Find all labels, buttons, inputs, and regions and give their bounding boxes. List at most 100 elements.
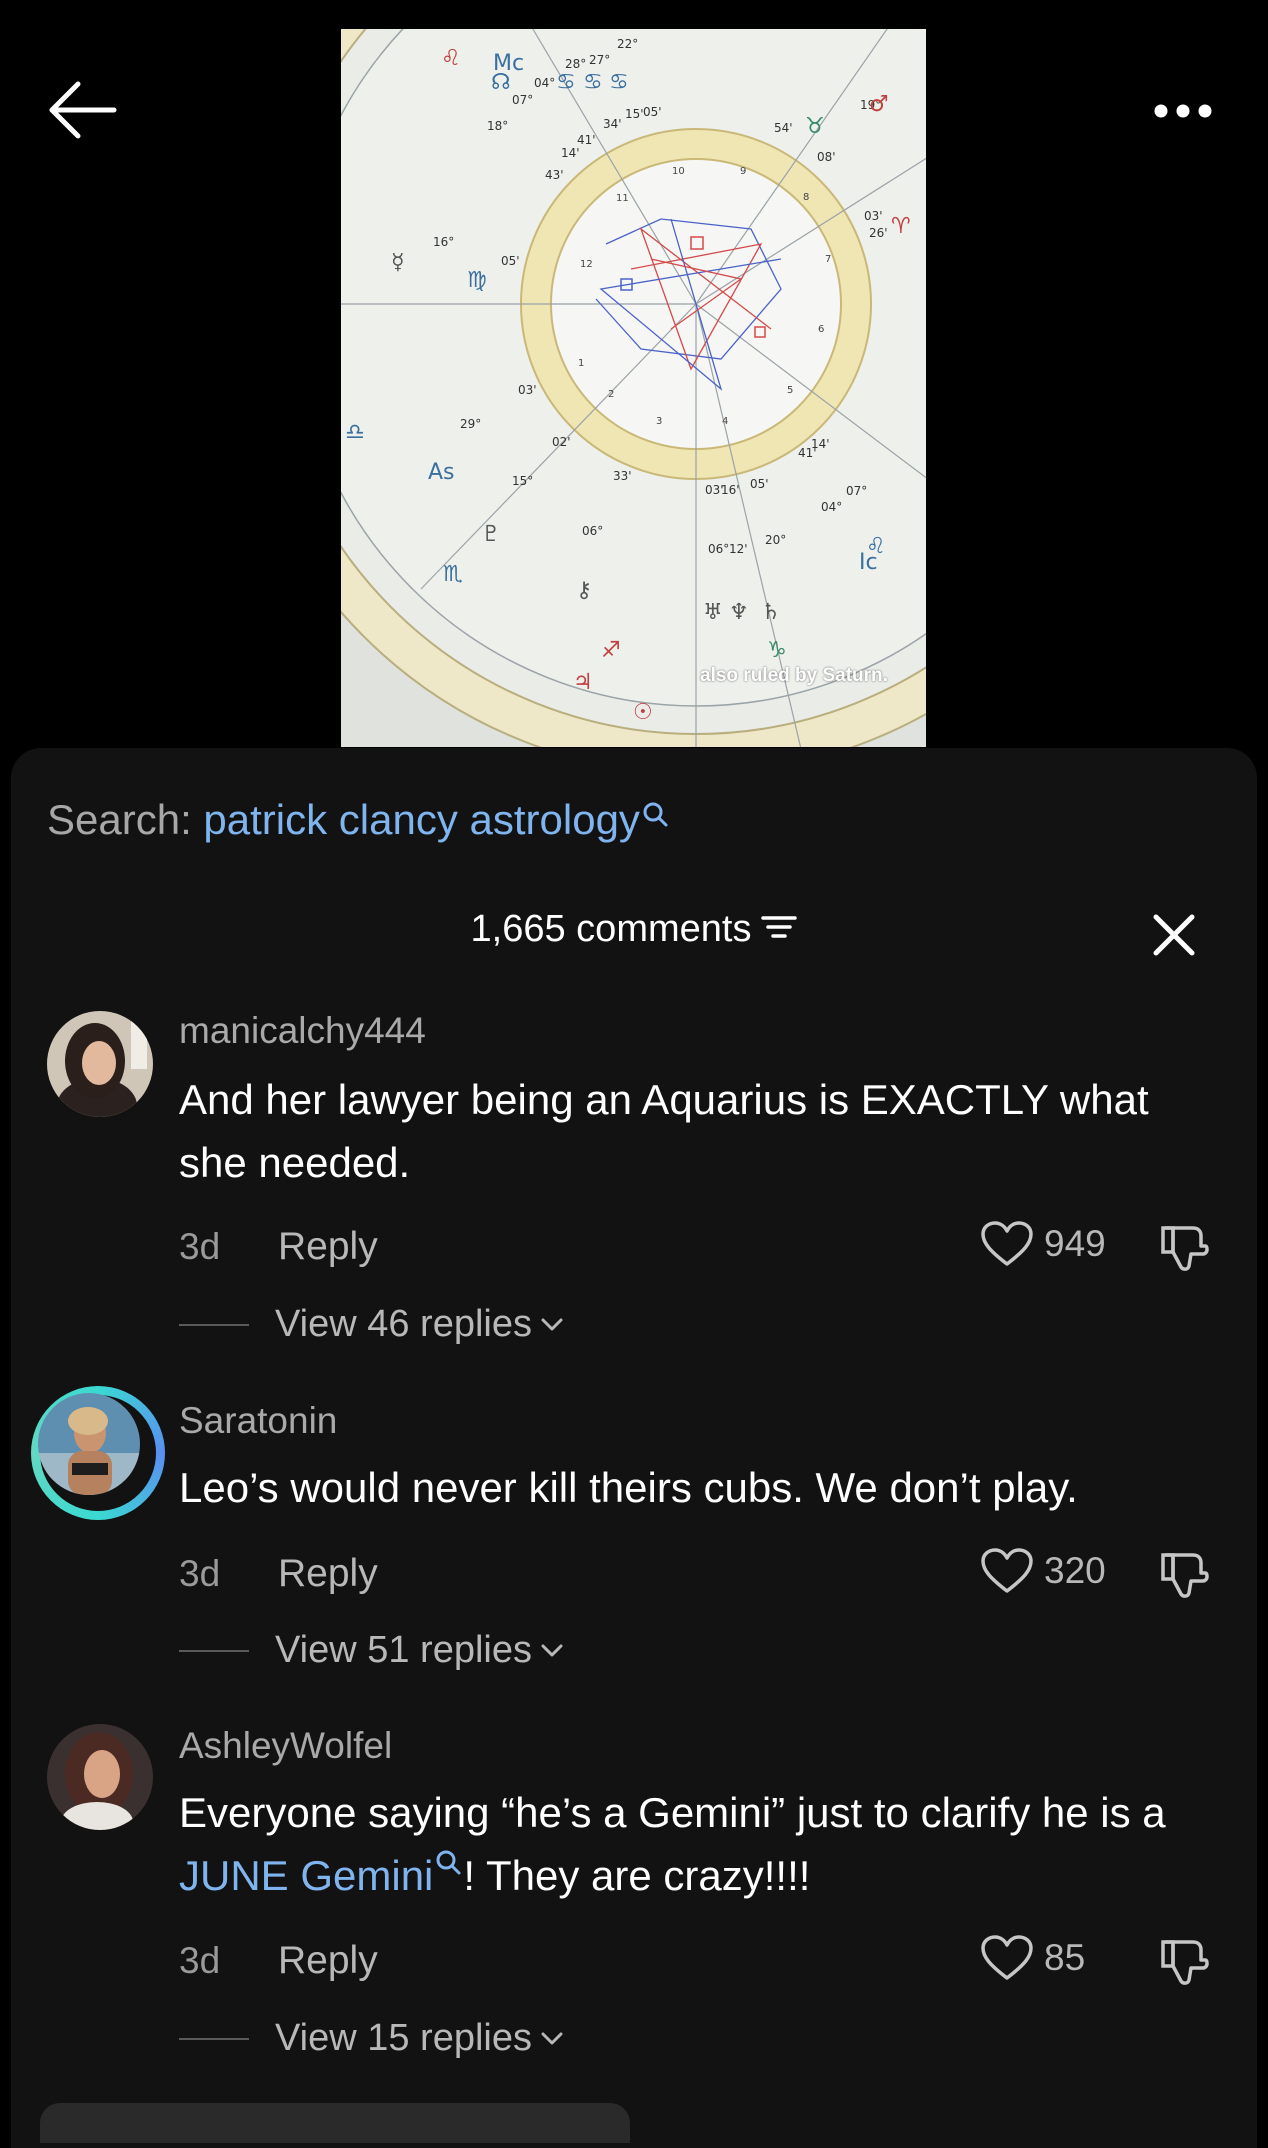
avatar-image: [47, 1724, 153, 1830]
close-icon: [1153, 914, 1195, 956]
view-replies-button[interactable]: View 51 replies: [179, 1629, 564, 1672]
degree-label: 54': [774, 121, 793, 135]
like-button[interactable]: 85: [980, 1934, 1085, 1982]
comments-sheet: Search: patrick clancy astrology 1,665 c…: [11, 748, 1257, 2148]
degree-label: 06°: [582, 524, 603, 538]
thumbs-down-icon: [1161, 1226, 1209, 1271]
comment-text: Everyone saying “he’s a Gemini” just to …: [179, 1789, 1166, 1899]
degree-label: 15°: [512, 474, 533, 488]
comment-age: 3d: [179, 1940, 221, 1981]
comment-input-bar[interactable]: [40, 2103, 630, 2143]
sort-filter-button[interactable]: [761, 912, 798, 947]
avatar-image: [47, 1011, 153, 1117]
degree-label: 14': [561, 146, 580, 160]
degree-label: 07°: [846, 484, 867, 498]
degree-label: 28°: [565, 57, 586, 71]
jupiter-glyph-icon: ♃: [573, 670, 593, 695]
midheaven-label: Mc: [493, 51, 524, 76]
close-comments-button[interactable]: [1151, 912, 1197, 958]
cancer-glyph-icon: ♋: [556, 70, 576, 95]
degree-label: 08': [817, 150, 836, 164]
scorpio-glyph-icon: ♏: [443, 562, 463, 587]
view-replies-button[interactable]: View 46 replies: [179, 1303, 564, 1346]
saturn-glyph-icon: ♄: [761, 600, 781, 625]
reply-button[interactable]: Reply: [278, 1225, 378, 1269]
dislike-button[interactable]: [1159, 1222, 1211, 1274]
degree-label: 03': [864, 209, 883, 223]
comment-age: 3d: [179, 1226, 221, 1267]
dislike-button[interactable]: [1159, 1549, 1211, 1601]
house-number: 12: [580, 259, 593, 270]
svg-text:♋: ♋: [583, 70, 603, 95]
comment-text: And her lawyer being an Aquarius is EXAC…: [179, 1076, 1149, 1186]
search-term-link[interactable]: JUNE Gemini: [179, 1852, 433, 1899]
natal-chart-graphic: 123 456789101112 28° 27°22°04°07°18° 34'15'…: [341, 29, 926, 747]
like-button[interactable]: 949: [980, 1220, 1106, 1268]
search-query-link[interactable]: patrick clancy astrology: [203, 796, 640, 843]
view-replies-button[interactable]: View 15 replies: [179, 2017, 564, 2060]
reply-button[interactable]: Reply: [278, 1939, 378, 1983]
search-prefix: Search:: [47, 796, 192, 843]
degree-label: 12': [729, 542, 748, 556]
like-button[interactable]: 320: [980, 1547, 1106, 1595]
taurus-glyph-icon: ♉: [805, 114, 825, 139]
degree-label: 41': [577, 133, 596, 147]
house-number: 2: [608, 389, 614, 400]
avatar[interactable]: [47, 1011, 153, 1117]
thumbs-down-icon: [1161, 1940, 1209, 1985]
degree-label: 05': [501, 254, 520, 268]
ascendant-label: As: [428, 460, 455, 485]
degree-label: 03': [518, 383, 537, 397]
dislike-button[interactable]: [1159, 1936, 1211, 1988]
degree-label: 06°: [708, 542, 729, 556]
svg-text:♋: ♋: [609, 70, 629, 95]
view-replies-label: View 15 replies: [275, 2017, 533, 2059]
comment-username[interactable]: AshleyWolfel: [179, 1725, 392, 1767]
view-replies-label: View 46 replies: [275, 1303, 533, 1345]
house-number: 1: [578, 358, 584, 369]
house-number: 6: [818, 324, 824, 335]
house-number: 10: [672, 166, 685, 177]
degree-label: 27°: [589, 53, 610, 67]
mars-glyph-icon: ♂: [869, 92, 889, 117]
degree-label: 05': [643, 105, 662, 119]
degree-label: 07°: [512, 93, 533, 107]
astrology-chart-image: 1 2 3 4 5 6 7 8 9 10 11 12 28° 27° 22° 04° 07° 18° 34' 15'…: [341, 29, 926, 747]
search-suggestion[interactable]: Search: patrick clancy astrology: [47, 796, 670, 844]
video-area[interactable]: 1 2 3 4 5 6 7 8 9 10 11 12 28° 27° 22° 04° 07° 18° 34' 15'…: [0, 0, 1268, 760]
aries-glyph-icon: ♈: [891, 214, 911, 239]
pluto-glyph-icon: ♇: [481, 522, 501, 547]
comment-username[interactable]: Saratonin: [179, 1400, 337, 1442]
avatar[interactable]: [31, 1386, 165, 1520]
back-button[interactable]: [48, 80, 120, 140]
libra-glyph-icon: ♎: [345, 420, 365, 445]
search-icon: [436, 1850, 461, 1875]
arrow-left-icon: [49, 81, 117, 139]
degree-label: 41': [798, 446, 817, 460]
comment-username[interactable]: manicalchy444: [179, 1010, 426, 1052]
house-number: 5: [787, 385, 793, 396]
degree-label: 05': [750, 477, 769, 491]
house-number: 4: [722, 416, 728, 427]
avatar[interactable]: [47, 1724, 153, 1830]
leo-glyph-icon: ♌: [441, 46, 461, 71]
uranus-glyph-icon: ♅: [703, 600, 723, 625]
degree-label: 16': [721, 483, 740, 497]
reply-button[interactable]: Reply: [278, 1552, 378, 1596]
chevron-down-icon: [541, 2032, 563, 2044]
avatar-image: [38, 1393, 140, 1495]
house-number: 9: [740, 166, 746, 177]
chevron-down-icon: [541, 1644, 563, 1656]
video-caption: also ruled by Saturn.: [700, 665, 888, 686]
degree-label: 04°: [821, 500, 842, 514]
more-options-button[interactable]: [1148, 96, 1218, 126]
degree-label: 15': [625, 107, 644, 121]
degree-label: 04°: [534, 76, 555, 90]
house-number: 11: [616, 193, 629, 204]
sagittarius-glyph-icon: ♐: [601, 638, 621, 663]
svg-text:☉: ☉: [633, 700, 653, 725]
search-icon: [643, 802, 668, 827]
like-count: 85: [1044, 1937, 1086, 1978]
house-number: 8: [803, 192, 809, 203]
heart-icon: [981, 1935, 1033, 1980]
